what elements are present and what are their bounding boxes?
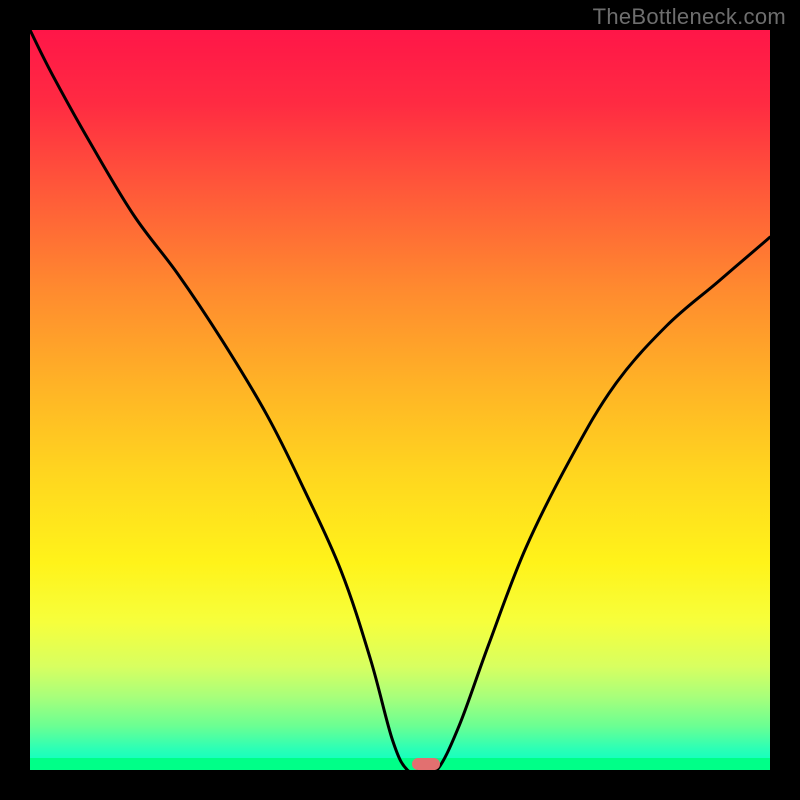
- plot-area: [30, 30, 770, 770]
- curve-path: [30, 30, 770, 770]
- chart-frame: TheBottleneck.com: [0, 0, 800, 800]
- bottleneck-curve: [30, 30, 770, 770]
- watermark-text: TheBottleneck.com: [593, 4, 786, 30]
- valley-marker: [412, 758, 440, 770]
